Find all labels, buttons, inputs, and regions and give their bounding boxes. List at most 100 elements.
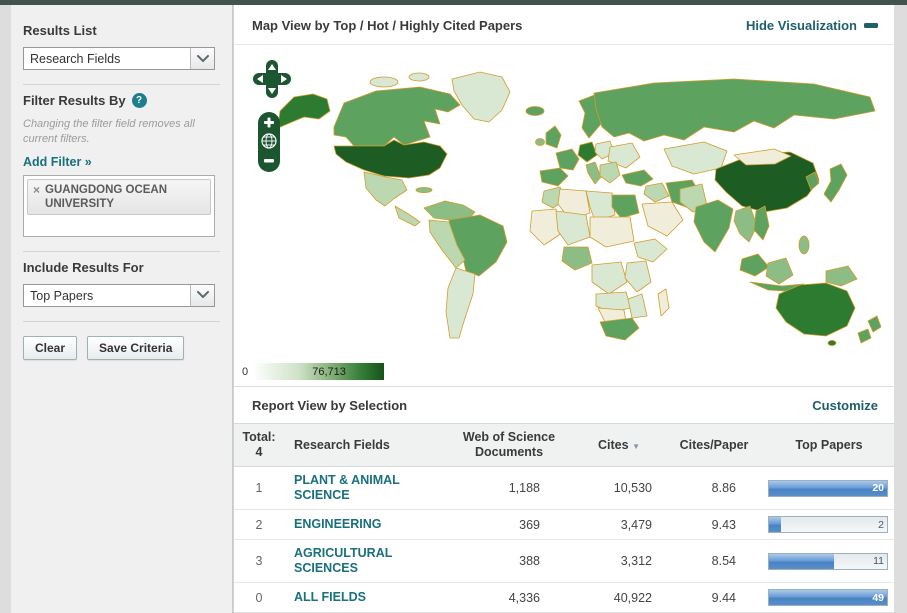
clear-button[interactable]: Clear	[23, 336, 77, 360]
map-region-mozambique[interactable]	[628, 294, 647, 318]
total-value: 4	[238, 445, 280, 460]
save-criteria-button[interactable]: Save Criteria	[87, 336, 184, 360]
help-icon[interactable]: ?	[132, 93, 147, 108]
report-header: Report View by Selection Customize	[234, 386, 894, 423]
map-region-philippines[interactable]	[799, 236, 809, 254]
filter-heading: Filter Results By ?	[23, 93, 220, 108]
top-papers-value: 49	[872, 592, 884, 604]
column-header-cites[interactable]: Cites ▼	[574, 424, 664, 467]
map-region-greenland[interactable]	[452, 72, 510, 122]
map-legend: 0 76,713	[242, 363, 384, 380]
map-region-usa[interactable]	[334, 140, 447, 178]
column-header-top-papers[interactable]: Top Papers	[764, 424, 894, 467]
column-header-cites-per-paper[interactable]: Cites/Paper	[664, 424, 764, 467]
map-region-new-zealand[interactable]	[868, 316, 881, 332]
top-papers-bar-fill	[769, 481, 887, 496]
map-region-japan[interactable]	[824, 164, 847, 202]
map-region-libya[interactable]	[586, 191, 615, 221]
column-header-documents[interactable]: Web of Science Documents	[444, 424, 574, 467]
documents-value: 1,188	[444, 467, 574, 510]
map-region-italy[interactable]	[586, 162, 601, 184]
customize-link[interactable]: Customize	[812, 398, 878, 413]
map-region-arctic-islands[interactable]	[370, 77, 398, 87]
map-region-india[interactable]	[694, 200, 733, 252]
field-link[interactable]: ENGINEERING	[294, 517, 382, 532]
map-region-malaysia-sumatra[interactable]	[740, 254, 769, 276]
map-region-ethiopia-horn[interactable]	[634, 239, 667, 262]
map-region-central-america[interactable]	[395, 206, 420, 226]
results-list-dropdown[interactable]: Research Fields	[23, 47, 215, 70]
documents-value: 388	[444, 540, 574, 583]
map-region-caribbean[interactable]	[416, 187, 432, 192]
include-results-dropdown[interactable]: Top Papers	[23, 284, 215, 307]
map-region-borneo[interactable]	[766, 258, 793, 284]
map-region-chad-sudan[interactable]	[590, 217, 634, 247]
map-region-france[interactable]	[556, 149, 579, 170]
map-region-saudi-arabia[interactable]	[642, 202, 683, 236]
zoom-out-button[interactable]	[264, 159, 274, 163]
top-papers-bar-fill	[769, 517, 781, 532]
map-region-turkey[interactable]	[622, 170, 653, 186]
chevron-down-icon	[190, 285, 214, 306]
cites-value: 3,312	[574, 540, 664, 583]
map-region-ireland[interactable]	[536, 139, 545, 146]
cites-value: 40,922	[574, 583, 664, 613]
map-region-south-africa[interactable]	[600, 318, 639, 340]
map-controls	[252, 59, 292, 173]
map-region-arctic-islands[interactable]	[409, 73, 429, 81]
map-region-madagascar[interactable]	[658, 289, 669, 316]
column-header-research-fields[interactable]: Research Fields	[284, 424, 444, 467]
map-region-myanmar-thailand[interactable]	[734, 206, 757, 242]
top-papers-bar: 49	[768, 589, 888, 606]
map-pan-control[interactable]	[252, 59, 292, 99]
results-table: Total: 4 Research Fields Web of Science …	[234, 423, 894, 613]
map-region-argentina-chile[interactable]	[446, 268, 475, 338]
map-region-new-guinea[interactable]	[826, 266, 857, 286]
cites-value: 10,530	[574, 467, 664, 510]
map-region-mali-niger[interactable]	[556, 211, 590, 245]
map-region-iraq-syria[interactable]	[644, 183, 669, 202]
top-papers-value: 2	[878, 519, 884, 531]
field-link[interactable]: ALL FIELDS	[294, 590, 366, 605]
total-label: Total:	[238, 430, 280, 445]
sidebar-actions: Clear Save Criteria	[23, 322, 220, 374]
table-row: 2 ENGINEERING 369 3,479 9.43 2	[234, 510, 894, 540]
remove-filter-icon[interactable]: ×	[33, 183, 40, 212]
hide-visualization-link[interactable]: Hide Visualization	[746, 18, 878, 33]
top-papers-bar: 20	[768, 480, 888, 497]
field-link[interactable]: PLANT & ANIMAL SCIENCE	[294, 473, 440, 503]
world-map[interactable]	[234, 49, 894, 357]
cites-per-paper-value: 8.86	[664, 467, 764, 510]
sidebar: Results List Research Fields Filter Resu…	[0, 5, 233, 613]
map-region-tasmania[interactable]	[828, 340, 836, 345]
cites-per-paper-value: 9.44	[664, 583, 764, 613]
map-region-germany[interactable]	[578, 142, 597, 162]
map-zoom-control[interactable]	[257, 111, 281, 173]
table-header-row: Total: 4 Research Fields Web of Science …	[234, 424, 894, 467]
map-region-uk[interactable]	[546, 126, 561, 148]
results-list-section: Results List Research Fields	[23, 15, 220, 85]
map-region-congo[interactable]	[592, 262, 627, 294]
map-region-kenya-tanzania[interactable]	[625, 261, 651, 292]
collapse-icon	[864, 23, 878, 28]
map-region-iceland[interactable]	[526, 107, 544, 116]
map-region-nigeria[interactable]	[562, 247, 592, 270]
map-region-australia[interactable]	[776, 283, 855, 336]
top-papers-value: 20	[872, 482, 884, 494]
main-panel: Map View by Top / Hot / Highly Cited Pap…	[233, 5, 894, 613]
filter-chip-label: GUANGDONG OCEAN UNIVERSITY	[45, 183, 204, 212]
field-link[interactable]: AGRICULTURAL SCIENCES	[294, 546, 440, 576]
add-filter-link[interactable]: Add Filter »	[23, 155, 92, 169]
map-region-canada[interactable]	[334, 87, 460, 146]
map-region-russia[interactable]	[594, 79, 875, 141]
row-rank: 0	[234, 583, 284, 613]
map-region-egypt[interactable]	[612, 195, 639, 218]
map-region-new-zealand-south[interactable]	[858, 329, 871, 343]
top-papers-bar-fill	[769, 590, 887, 605]
map-view-title: Map View by Top / Hot / Highly Cited Pap…	[252, 18, 522, 33]
map-region-spain-portugal[interactable]	[540, 168, 568, 186]
world-map-visualization[interactable]: 0 76,713	[234, 45, 894, 386]
map-region-balkans[interactable]	[600, 162, 620, 183]
active-filters-box: × GUANGDONG OCEAN UNIVERSITY	[23, 175, 215, 237]
include-results-heading: Include Results For	[23, 260, 220, 275]
